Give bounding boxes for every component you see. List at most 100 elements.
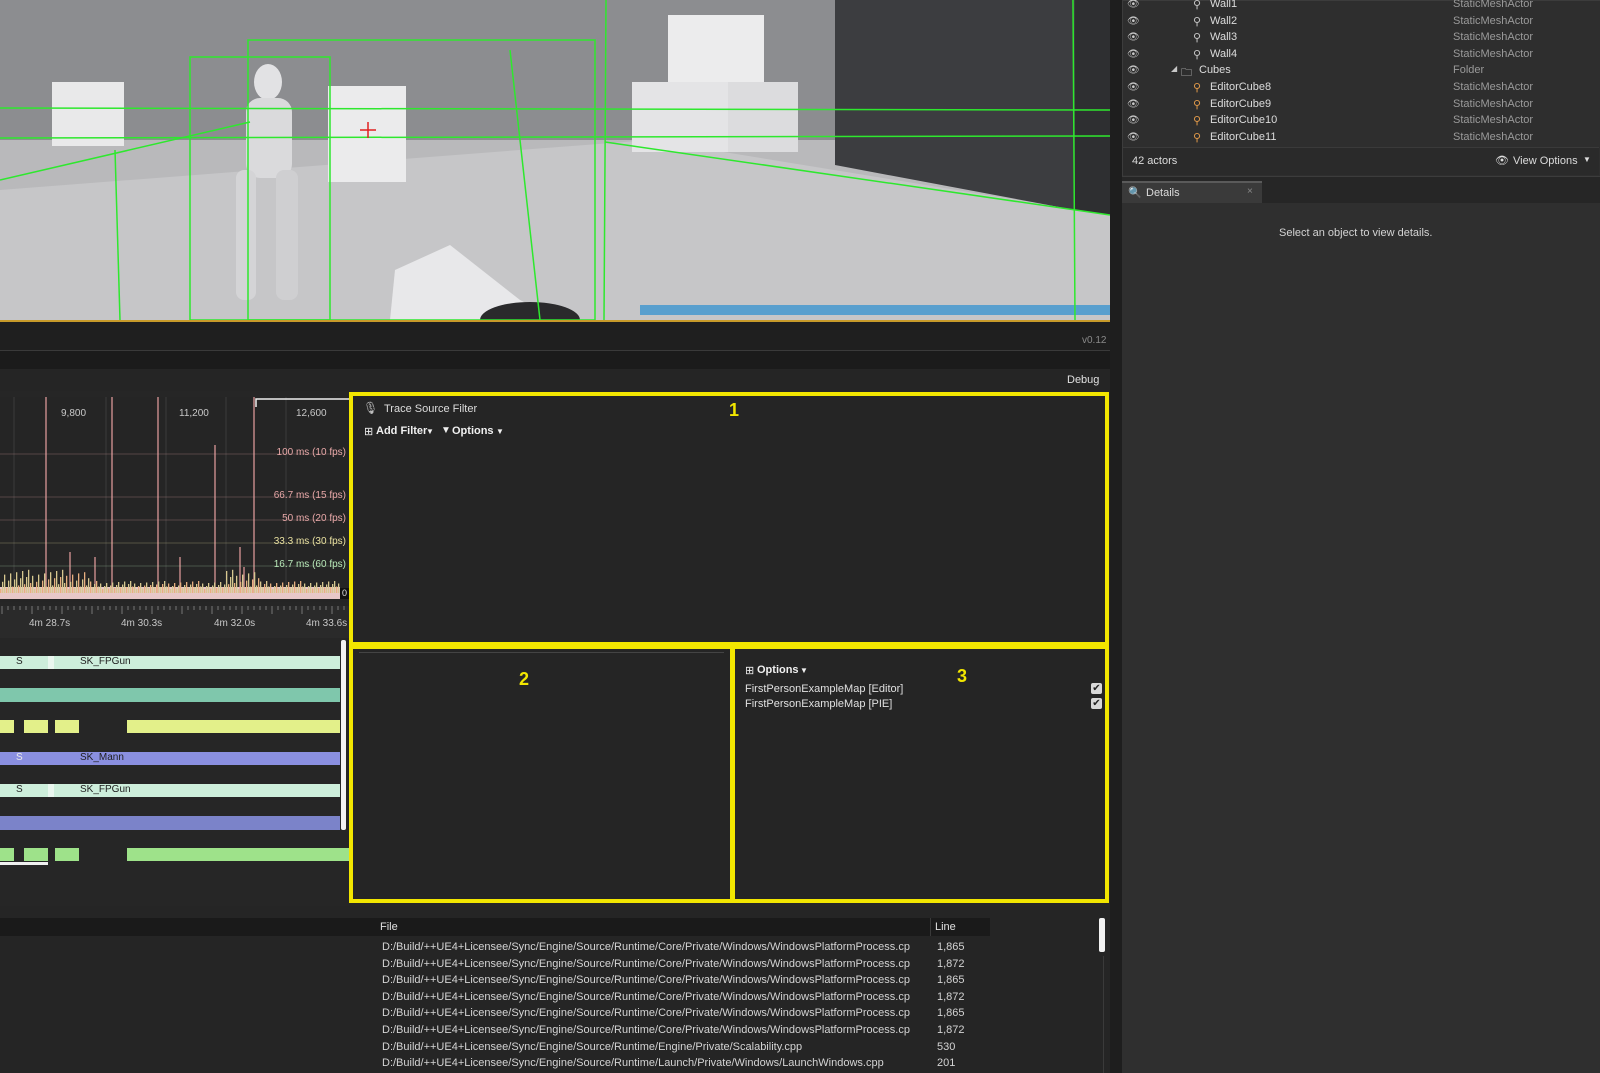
frame-bar: [126, 587, 128, 593]
vertical-scrollbar[interactable]: [1099, 918, 1105, 952]
frame-bar: [286, 585, 288, 593]
outliner-row[interactable]: 👁 ◢ 🗀 Cubes Folder: [1123, 63, 1593, 79]
view-options-label: View Options: [1513, 155, 1578, 167]
timing-tracks[interactable]: S SK_FPGun S SK_Mann S SK_FPGun: [0, 640, 350, 868]
horizontal-scrollbar[interactable]: [0, 862, 48, 865]
visibility-eye-icon[interactable]: 👁: [1127, 32, 1140, 43]
eye-icon: 👁: [1495, 155, 1509, 167]
visibility-eye-icon[interactable]: 👁: [1127, 65, 1140, 76]
visibility-eye-icon[interactable]: 👁: [1127, 82, 1140, 93]
line-number: 530: [937, 1040, 956, 1053]
frame-bar: [232, 569, 234, 593]
frame-bar: [236, 575, 238, 593]
frame-bar: [38, 574, 40, 593]
column-header-line[interactable]: Line: [935, 921, 956, 933]
column-header-file[interactable]: File: [380, 921, 398, 933]
table-row[interactable]: D:/Build/++UE4+Licensee/Sync/Engine/Sour…: [382, 958, 992, 974]
table-row[interactable]: D:/Build/++UE4+Licensee/Sync/Engine/Sour…: [382, 1024, 992, 1040]
outliner-row[interactable]: 👁 ⚲ Wall1 StaticMeshActor: [1123, 0, 1593, 13]
insights-toolbar: v0.12: [0, 322, 1110, 350]
frame-bar: [186, 582, 188, 593]
outliner-row[interactable]: 👁 ⚲ EditorCube8 StaticMeshActor: [1123, 80, 1593, 96]
filter-icon: ▼: [441, 425, 451, 436]
frame-bar: [180, 582, 182, 593]
insights-tabbar: [0, 350, 1110, 370]
frame-bar: [274, 586, 276, 593]
trace-source-filter-panel: 🎙 Trace Source Filter ⊞ Add Filter ▼ ▼ O…: [349, 392, 1109, 646]
frame-bar: [206, 586, 208, 593]
visibility-eye-icon[interactable]: 👁: [1127, 115, 1140, 126]
frame-bar: [68, 589, 70, 593]
frame-bar: [46, 586, 48, 593]
expand-arrow-icon[interactable]: ◢: [1171, 64, 1177, 73]
frame-bar: [138, 586, 140, 593]
close-icon[interactable]: ×: [1247, 186, 1253, 197]
track-label: SK_Mann: [80, 752, 124, 763]
visibility-eye-icon[interactable]: 👁: [1127, 0, 1140, 10]
table-row[interactable]: D:/Build/++UE4+Licensee/Sync/Engine/Sour…: [382, 1007, 992, 1023]
track-bar[interactable]: S SK_FPGun: [0, 784, 340, 797]
outliner-row[interactable]: 👁 ⚲ Wall3 StaticMeshActor: [1123, 30, 1593, 46]
world-row[interactable]: FirstPersonExampleMap [Editor] ✔: [745, 683, 1102, 699]
frame-bar: [312, 588, 314, 593]
track-segment: [127, 848, 350, 861]
track-bar[interactable]: S SK_Mann: [0, 752, 340, 765]
version-label: v0.12: [1082, 335, 1107, 346]
frame-bar: [114, 588, 116, 593]
outliner-row[interactable]: 👁 ⚲ Wall4 StaticMeshActor: [1123, 47, 1593, 63]
frame-bar: [246, 580, 248, 593]
world-row[interactable]: FirstPersonExampleMap [PIE] ✔: [745, 698, 1102, 714]
debug-menu[interactable]: Debug: [1067, 374, 1099, 386]
vertical-scrollbar[interactable]: [341, 640, 346, 830]
frame-bar: [6, 587, 8, 593]
track-bar[interactable]: S SK_FPGun: [0, 656, 340, 669]
frame-bar: [156, 584, 158, 593]
divider: [930, 918, 931, 936]
frame-bar: [198, 581, 200, 593]
frame-bar: [120, 587, 122, 593]
visibility-eye-icon[interactable]: 👁: [1127, 49, 1140, 60]
frame-bar: [306, 589, 308, 593]
tab-trace-source-filter[interactable]: 🎙 Trace Source Filter: [363, 401, 493, 419]
outliner-row[interactable]: 👁 ⚲ EditorCube11 StaticMeshActor: [1123, 130, 1593, 146]
frame-bar: [240, 581, 242, 593]
outliner-row[interactable]: 👁 ⚲ Wall2 StaticMeshActor: [1123, 14, 1593, 30]
table-row[interactable]: D:/Build/++UE4+Licensee/Sync/Engine/Sour…: [382, 941, 992, 957]
world-checkbox[interactable]: ✔: [1091, 698, 1102, 709]
visibility-eye-icon[interactable]: 👁: [1127, 16, 1140, 27]
track-segment: [24, 720, 48, 733]
visibility-eye-icon[interactable]: 👁: [1127, 132, 1140, 143]
details-tab-label: Details: [1146, 187, 1180, 199]
frame-bar: [140, 583, 142, 593]
frame-bar: [214, 582, 216, 593]
world-checkbox[interactable]: ✔: [1091, 683, 1102, 694]
frame-bar: [144, 585, 146, 593]
timing-ruler[interactable]: 4m 28.7s 4m 30.3s 4m 32.0s 4m 33.6s: [0, 606, 350, 638]
outliner-row[interactable]: 👁 ⚲ EditorCube9 StaticMeshActor: [1123, 97, 1593, 113]
frames-graph[interactable]: 9,800 11,200 12,600 100 ms (10 fps) 66.7 ms…: [0, 397, 350, 602]
chevron-down-icon: ▼: [800, 666, 808, 675]
visibility-eye-icon[interactable]: 👁: [1127, 99, 1140, 110]
table-row[interactable]: D:/Build/++UE4+Licensee/Sync/Engine/Sour…: [382, 1041, 992, 1057]
frame-bar: [280, 585, 282, 593]
table-row[interactable]: D:/Build/++UE4+Licensee/Sync/Engine/Sour…: [382, 1057, 992, 1073]
frame-bar: [122, 584, 124, 593]
frame-bar: [78, 573, 80, 593]
frame-bar: [132, 586, 134, 593]
frame-counter: 0: [340, 588, 349, 599]
tab-details[interactable]: 🔍 Details ×: [1122, 181, 1262, 205]
line-number: 1,872: [937, 1024, 965, 1036]
table-row[interactable]: D:/Build/++UE4+Licensee/Sync/Engine/Sour…: [382, 974, 992, 990]
track-segment: [24, 848, 48, 861]
viewport-bracket: [255, 398, 350, 407]
actor-type: Folder: [1453, 64, 1485, 77]
splitter[interactable]: [1110, 0, 1122, 1073]
callstack-panel: File Line D:/Build/++UE4+Licensee/Sync/E…: [0, 906, 1110, 1073]
level-viewport[interactable]: [0, 0, 1110, 322]
table-row[interactable]: D:/Build/++UE4+Licensee/Sync/Engine/Sour…: [382, 991, 992, 1007]
outliner-row[interactable]: 👁 ⚲ EditorCube10 StaticMeshActor: [1123, 113, 1593, 129]
frame-bar: [58, 584, 60, 593]
actor-name: Cubes: [1199, 64, 1231, 77]
static-mesh-icon: ⚲: [1193, 32, 1202, 45]
file-path: D:/Build/++UE4+Licensee/Sync/Engine/Sour…: [382, 1024, 910, 1036]
